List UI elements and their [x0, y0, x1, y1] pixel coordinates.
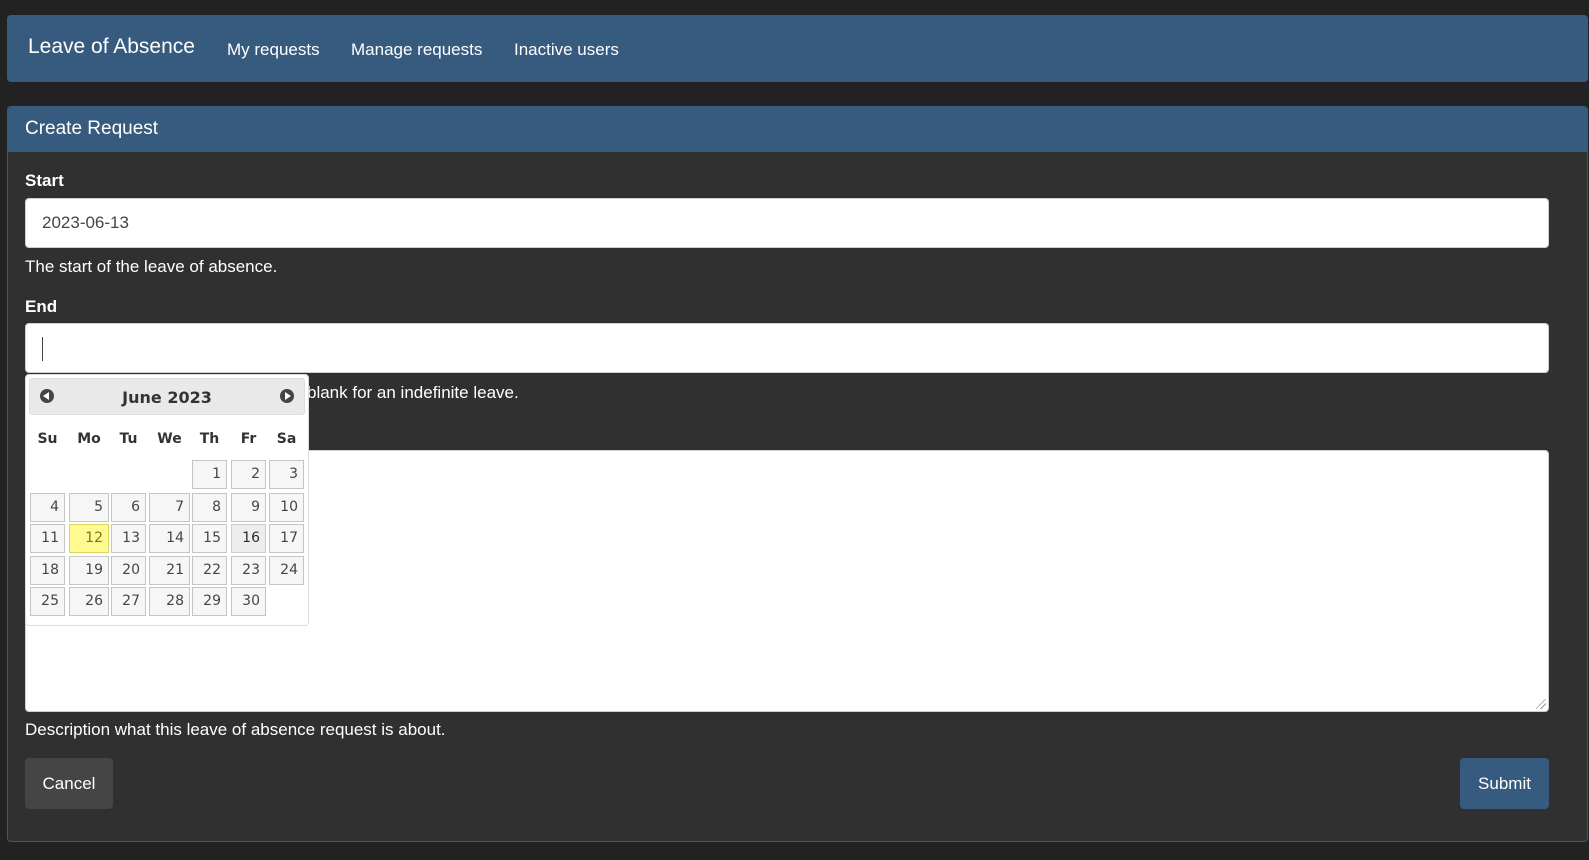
panel-title: Create Request	[25, 118, 159, 139]
calendar-day[interactable]: 20	[111, 556, 146, 585]
calendar-day[interactable]: 18	[30, 556, 65, 585]
calendar-day[interactable]: 13	[111, 524, 146, 553]
calendar-day[interactable]: 12	[69, 524, 109, 553]
next-month-icon[interactable]	[280, 389, 294, 403]
brand-link[interactable]: Leave of Absence	[28, 35, 195, 59]
submit-button[interactable]: Submit	[1460, 758, 1549, 809]
calendar-day[interactable]: 26	[69, 587, 109, 616]
calendar-day[interactable]: 15	[192, 524, 227, 553]
calendar-day[interactable]: 24	[269, 556, 304, 585]
calendar-day[interactable]: 4	[30, 493, 65, 522]
end-label: End	[25, 297, 58, 316]
calendar-day[interactable]: 22	[192, 556, 227, 585]
calendar-day[interactable]: 9	[231, 493, 266, 522]
description-help-text: Description what this leave of absence r…	[25, 720, 446, 739]
calendar-day[interactable]: 30	[231, 587, 266, 616]
start-label: Start	[25, 171, 64, 190]
calendar-day[interactable]: 21	[149, 556, 190, 585]
start-help-text: The start of the leave of absence.	[25, 257, 278, 276]
weekday-header: Mo	[77, 431, 101, 447]
weekday-header: We	[157, 431, 182, 447]
calendar-day[interactable]: 5	[69, 493, 109, 522]
calendar-day[interactable]: 1	[192, 460, 227, 489]
end-date-input[interactable]	[25, 323, 1549, 373]
calendar-day[interactable]: 19	[69, 556, 109, 585]
text-caret	[42, 337, 43, 361]
datepicker-header: June 2023	[29, 378, 305, 415]
nav-inactive-users[interactable]: Inactive users	[514, 40, 619, 60]
calendar-day[interactable]: 7	[149, 493, 190, 522]
calendar-day[interactable]: 29	[192, 587, 227, 616]
resize-grip-icon[interactable]	[1536, 699, 1546, 709]
calendar-day[interactable]: 25	[30, 587, 65, 616]
datepicker-month-title: June 2023	[122, 388, 212, 407]
datepicker-popup: June 2023 Su Mo Tu We Th Fr Sa 1 2 3 4 5 6 7 8 9 10 11 12…	[25, 374, 309, 626]
nav-manage-requests[interactable]: Manage requests	[351, 40, 482, 60]
calendar-day[interactable]: 27	[111, 587, 146, 616]
calendar-day[interactable]: 11	[30, 524, 65, 553]
calendar-day[interactable]: 16	[231, 524, 266, 553]
weekday-header: Tu	[119, 431, 138, 447]
calendar-day[interactable]: 10	[269, 493, 304, 522]
weekday-header: Sa	[276, 431, 297, 447]
end-help-text: blank for an indefinite leave.	[307, 383, 519, 402]
weekday-header: Th	[199, 431, 220, 447]
calendar-day[interactable]: 3	[269, 460, 304, 489]
panel-heading: Create Request	[8, 107, 1587, 152]
start-date-input[interactable]: 2023-06-13	[25, 198, 1549, 248]
weekday-header: Fr	[240, 431, 257, 447]
calendar-day[interactable]: 17	[269, 524, 304, 553]
navbar: Leave of Absence My requests Manage requ…	[7, 15, 1588, 82]
calendar-day[interactable]: 6	[111, 493, 146, 522]
cancel-button[interactable]: Cancel	[25, 758, 113, 809]
calendar-day[interactable]: 14	[149, 524, 190, 553]
nav-my-requests[interactable]: My requests	[227, 40, 320, 60]
calendar-day[interactable]: 23	[231, 556, 266, 585]
weekday-header: Su	[37, 431, 58, 447]
calendar-day[interactable]: 8	[192, 493, 227, 522]
calendar-day[interactable]: 2	[231, 460, 266, 489]
calendar-day[interactable]: 28	[149, 587, 190, 616]
